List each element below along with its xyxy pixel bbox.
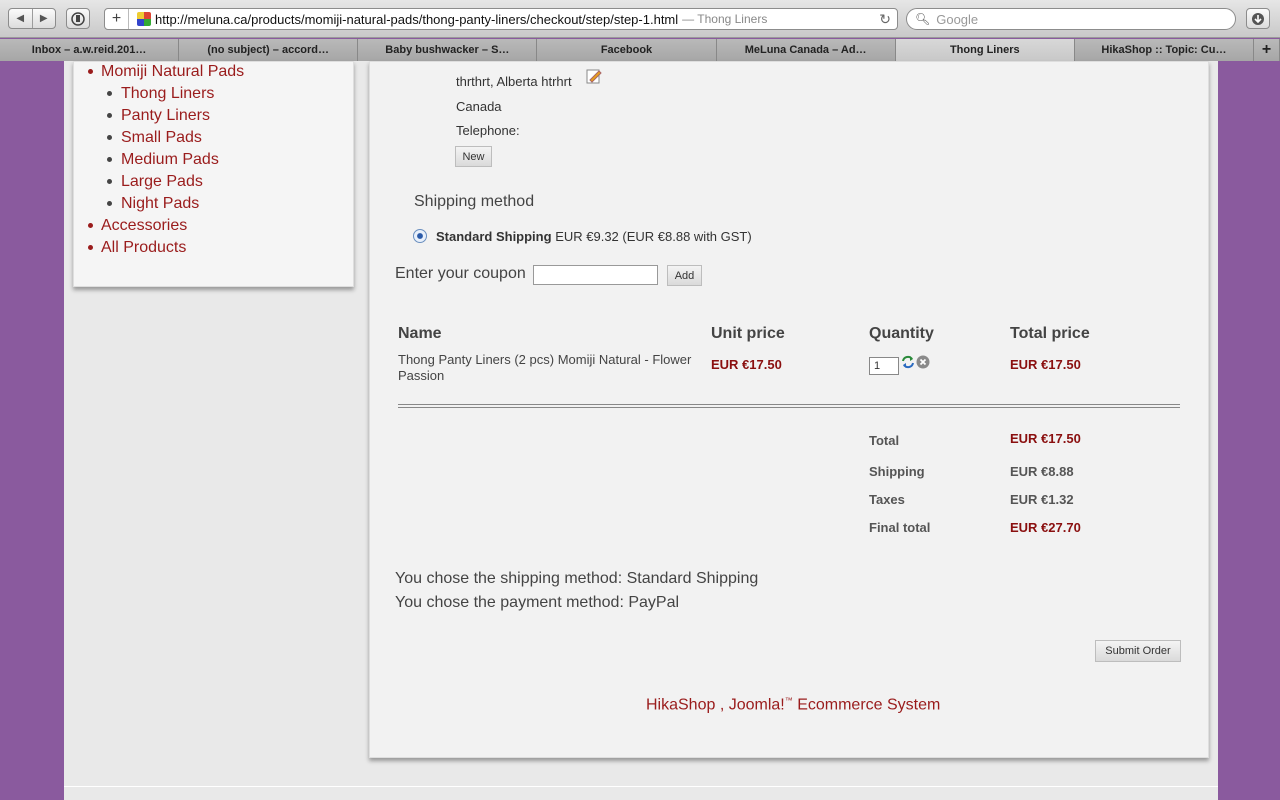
nav-buttons: ◀ ▶ xyxy=(8,8,56,29)
bookmarks-button[interactable] xyxy=(66,8,90,29)
search-icon: 🔍︎ xyxy=(915,12,931,26)
tab-baby-bushwacker[interactable]: Baby bushwacker – S… xyxy=(358,39,538,61)
shipping-option-price: EUR €9.32 (EUR €8.88 with GST) xyxy=(555,229,752,244)
joomla-link[interactable]: Joomla! xyxy=(729,696,785,713)
total-label: Total xyxy=(869,433,900,448)
tab-bar: Inbox – a.w.reid.201… (no subject) – acc… xyxy=(0,39,1280,61)
subitem-panty-liners[interactable]: Panty Liners xyxy=(74,105,353,127)
telephone-label: Telephone: xyxy=(456,123,520,138)
new-tab-icon[interactable]: + xyxy=(1253,39,1280,61)
hikashop-link[interactable]: HikaShop xyxy=(646,696,715,713)
address-bar[interactable]: + http://meluna.ca/products/momiji-natur… xyxy=(104,8,898,30)
new-address-button[interactable]: New xyxy=(455,146,492,167)
cart-item-name: Thong Panty Liners (2 pcs) Momiji Natura… xyxy=(398,352,692,383)
search-placeholder: Google xyxy=(936,11,979,27)
subitem-large-pads[interactable]: Large Pads xyxy=(74,171,353,193)
tab-facebook[interactable]: Facebook xyxy=(537,39,717,61)
final-total-label: Final total xyxy=(869,520,931,535)
checkout-panel: thrthrt, Alberta htrhrt Canada Telephone… xyxy=(369,61,1209,758)
col-header-unit-price: Unit price xyxy=(711,325,785,342)
final-total-value: EUR €27.70 xyxy=(1010,520,1081,535)
total-value: EUR €17.50 xyxy=(1010,431,1081,446)
page-bottom-strip xyxy=(64,786,1218,800)
search-field[interactable]: 🔍︎ Google xyxy=(906,8,1236,30)
submit-order-button[interactable]: Submit Order xyxy=(1095,640,1181,662)
subitem-night-pads[interactable]: Night Pads xyxy=(74,193,353,215)
shipping-heading: Shipping method xyxy=(414,193,535,210)
col-header-name: Name xyxy=(398,325,442,342)
quantity-input[interactable]: 1 xyxy=(869,357,899,375)
category-accessories[interactable]: Accessories xyxy=(74,215,353,237)
tab-meluna-admin[interactable]: MeLuna Canada – Ad… xyxy=(716,39,896,61)
site-favicon-icon xyxy=(137,12,151,26)
forward-button[interactable]: ▶ xyxy=(31,9,56,28)
url-text[interactable]: http://meluna.ca/products/momiji-natural… xyxy=(155,12,678,27)
shipping-option-name: Standard Shipping xyxy=(436,229,552,244)
shipping-label: Shipping xyxy=(869,464,925,479)
tab-inbox[interactable]: Inbox – a.w.reid.201… xyxy=(0,39,180,61)
category-momiji[interactable]: Momiji Natural Pads xyxy=(74,61,353,83)
shipping-option: Standard Shipping EUR €9.32 (EUR €8.88 w… xyxy=(436,229,752,244)
address-line: thrthrt, Alberta htrhrt xyxy=(456,74,572,89)
subitem-thong-liners[interactable]: Thong Liners xyxy=(74,83,353,105)
address-country: Canada xyxy=(456,99,502,114)
subitem-medium-pads[interactable]: Medium Pads xyxy=(74,149,353,171)
taxes-value: EUR €1.32 xyxy=(1010,492,1074,507)
page-title-text: — Thong Liners xyxy=(682,12,768,26)
subitem-small-pads[interactable]: Small Pads xyxy=(74,127,353,149)
download-icon xyxy=(1252,12,1264,25)
tab-hikashop-topic[interactable]: HikaShop :: Topic: Cu… xyxy=(1074,39,1254,61)
powered-by: HikaShop , Joomla!™ Ecommerce System xyxy=(646,696,941,714)
cart-item-unit-price: EUR €17.50 xyxy=(711,357,782,372)
tab-no-subject[interactable]: (no subject) – accord… xyxy=(179,39,359,61)
cart-item-total-price: EUR €17.50 xyxy=(1010,357,1081,372)
category-all-products[interactable]: All Products xyxy=(74,237,353,259)
refresh-quantity-icon[interactable] xyxy=(900,354,916,375)
downloads-button[interactable] xyxy=(1246,8,1270,29)
tab-thong-liners[interactable]: Thong Liners xyxy=(895,39,1075,61)
payment-chosen-message: You chose the payment method: PayPal xyxy=(395,594,680,611)
shipping-value: EUR €8.88 xyxy=(1010,464,1074,479)
edit-address-icon[interactable] xyxy=(586,68,602,89)
browser-toolbar: ◀ ▶ + http://meluna.ca/products/momiji-n… xyxy=(0,0,1280,38)
taxes-label: Taxes xyxy=(869,492,905,507)
reload-icon[interactable]: ↻ xyxy=(879,11,891,28)
coupon-label: Enter your coupon xyxy=(395,265,526,282)
coupon-add-button[interactable]: Add xyxy=(667,265,702,286)
shipping-radio[interactable] xyxy=(413,229,427,243)
back-button[interactable]: ◀ xyxy=(9,9,32,28)
shipping-chosen-message: You chose the shipping method: Standard … xyxy=(395,570,759,587)
col-header-total-price: Total price xyxy=(1010,325,1090,342)
add-bookmark-icon[interactable]: + xyxy=(105,9,129,29)
category-menu: Momiji Natural Pads Thong Liners Panty L… xyxy=(73,61,354,287)
table-divider xyxy=(398,404,1180,408)
page-body: Momiji Natural Pads Thong Liners Panty L… xyxy=(64,61,1218,800)
coupon-input[interactable] xyxy=(533,265,658,285)
remove-item-icon[interactable] xyxy=(916,355,930,374)
bookmark-icon xyxy=(71,11,85,26)
col-header-quantity: Quantity xyxy=(869,325,934,342)
